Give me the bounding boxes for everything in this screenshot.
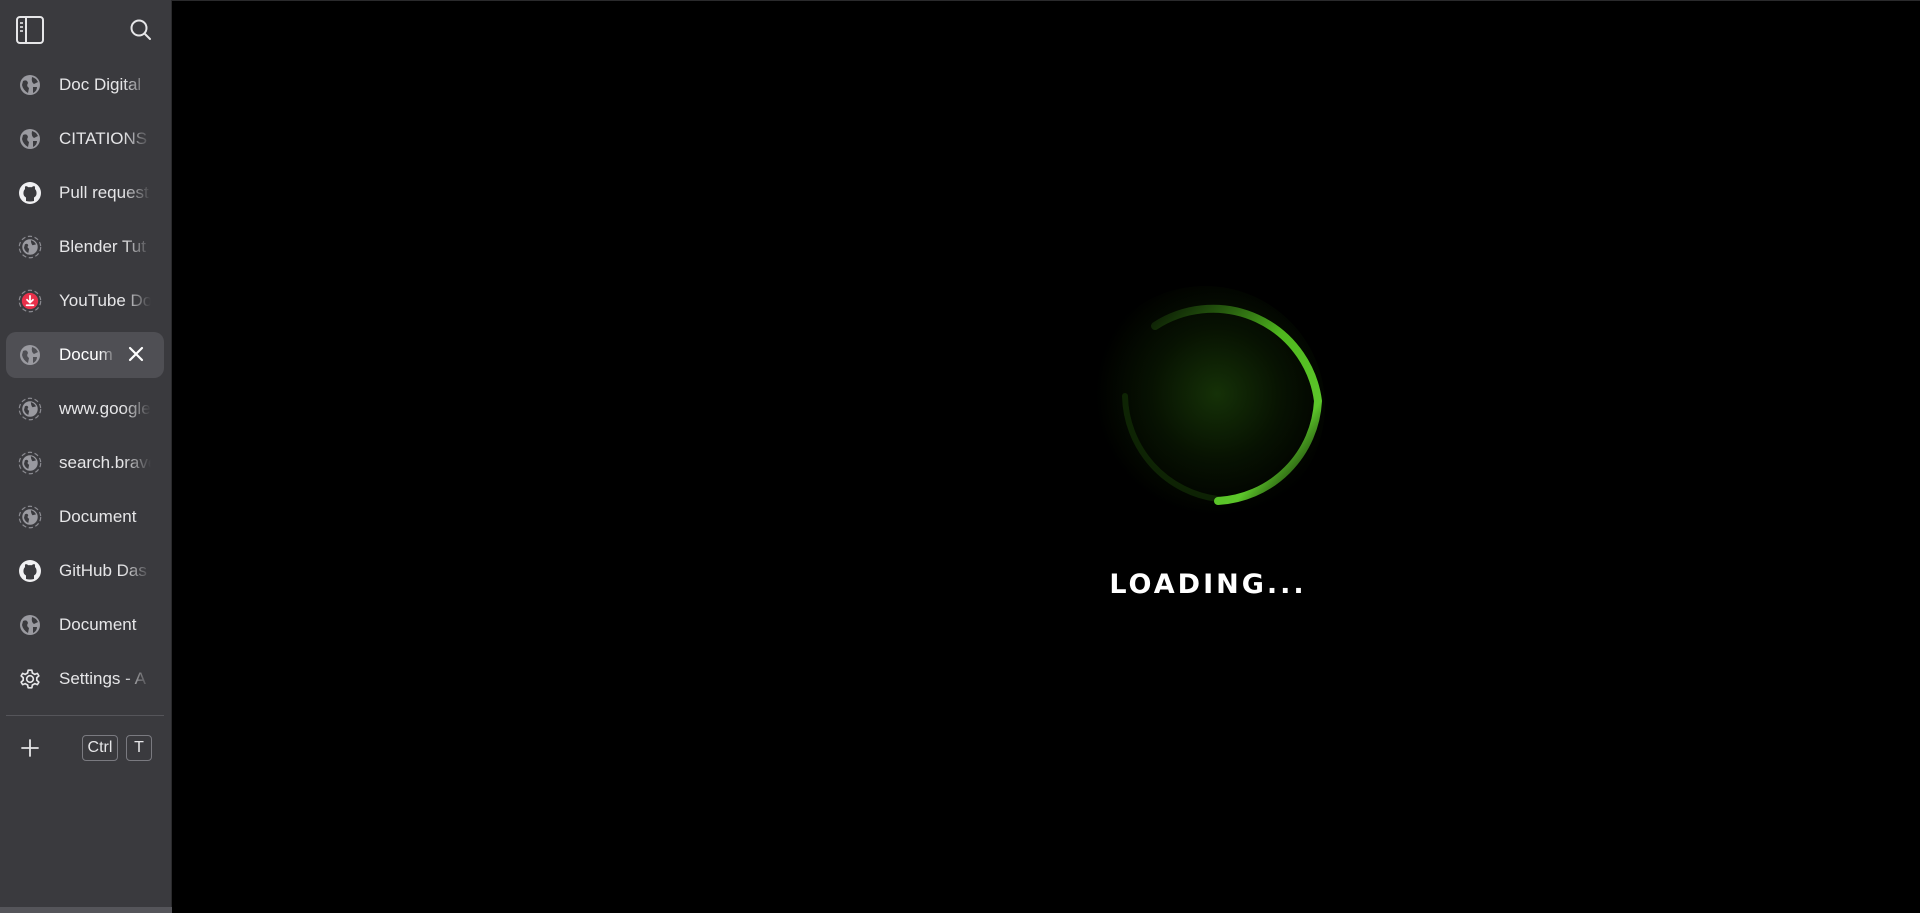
loading-spinner-icon bbox=[1122, 304, 1323, 505]
shortcut-key-ctrl: Ctrl bbox=[82, 735, 118, 761]
globe-loading-icon bbox=[18, 235, 42, 259]
globe-loading-icon bbox=[18, 397, 42, 421]
tab-item[interactable]: YouTube Do bbox=[6, 278, 164, 324]
globe-icon bbox=[18, 127, 42, 151]
globe-loading-icon bbox=[18, 451, 42, 475]
browser-window: Doc Digital CITATIONS Pull request Blend… bbox=[0, 0, 1920, 913]
sidebar-divider bbox=[6, 715, 164, 716]
tab-item[interactable]: Document bbox=[6, 494, 164, 540]
globe-icon bbox=[18, 343, 42, 367]
new-tab-button[interactable]: Ctrl T bbox=[6, 728, 164, 768]
tab-item[interactable]: CITATIONS bbox=[6, 116, 164, 162]
loading-text: LOADING... bbox=[1109, 569, 1307, 600]
globe-icon bbox=[18, 613, 42, 637]
tab-item[interactable]: GitHub Das bbox=[6, 548, 164, 594]
page-content: LOADING... bbox=[172, 0, 1920, 913]
tab-item[interactable]: Blender Tut bbox=[6, 224, 164, 270]
download-icon bbox=[18, 289, 42, 313]
tab-item[interactable]: Document bbox=[6, 602, 164, 648]
loading-indicator: LOADING... bbox=[1065, 286, 1365, 600]
tab-item[interactable]: search.brave bbox=[6, 440, 164, 486]
sidebar-scrollbar[interactable] bbox=[0, 907, 172, 913]
tab-label: GitHub Das bbox=[59, 561, 147, 580]
gear-icon bbox=[18, 667, 42, 691]
tab-item[interactable]: Settings - A bbox=[6, 656, 164, 702]
tab-label: Doc Digital bbox=[59, 75, 142, 94]
sidebar: Doc Digital CITATIONS Pull request Blend… bbox=[0, 0, 172, 913]
plus-icon[interactable] bbox=[18, 736, 42, 760]
close-icon[interactable] bbox=[126, 344, 146, 364]
shortcut-key-t: T bbox=[126, 735, 152, 761]
tab-label: Document bbox=[59, 615, 137, 634]
tab-label: search.brave bbox=[59, 453, 151, 472]
tab-label: Settings - A bbox=[59, 669, 146, 688]
github-icon bbox=[18, 559, 42, 583]
globe-icon bbox=[18, 73, 42, 97]
tab-label: Blender Tut bbox=[59, 237, 146, 256]
tab-label: Document bbox=[59, 507, 137, 526]
github-icon bbox=[18, 181, 42, 205]
tab-item[interactable]: www.google bbox=[6, 386, 164, 432]
globe-loading-icon bbox=[18, 505, 42, 529]
sidebar-header bbox=[0, 0, 171, 62]
tab-item-active[interactable]: Docum bbox=[6, 332, 164, 378]
tab-label: Pull request bbox=[59, 183, 149, 202]
tab-label: www.google bbox=[59, 399, 151, 418]
tab-item[interactable]: Pull request bbox=[6, 170, 164, 216]
tab-label: CITATIONS bbox=[59, 129, 148, 148]
tab-item[interactable]: Doc Digital bbox=[6, 62, 164, 108]
tab-label: Docum bbox=[59, 345, 113, 364]
sidebar-toggle-icon[interactable] bbox=[14, 14, 46, 46]
tab-label: YouTube Do bbox=[59, 291, 151, 310]
search-icon[interactable] bbox=[125, 14, 157, 46]
